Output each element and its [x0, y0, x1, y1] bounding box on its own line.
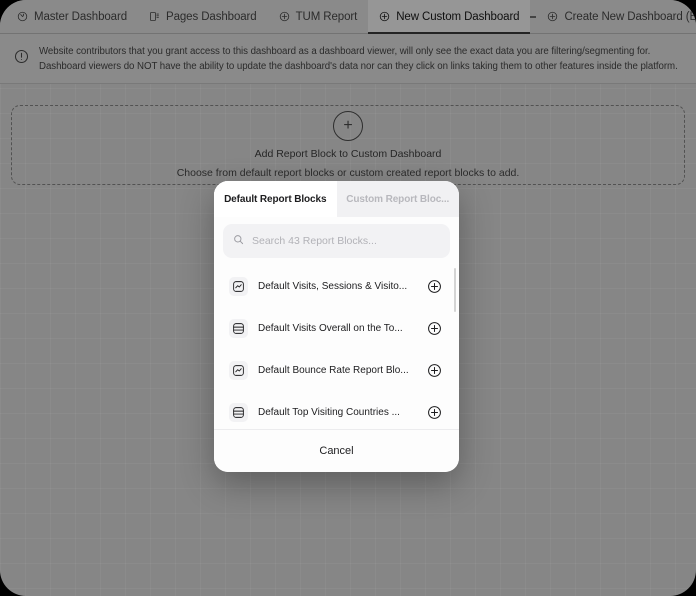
- notice-text: Website contributors that you grant acce…: [39, 44, 678, 74]
- add-block-button[interactable]: [424, 361, 444, 381]
- list-scrollbar[interactable]: [454, 268, 456, 312]
- tab-label: Master Dashboard: [34, 10, 127, 23]
- plus-circle-icon: [279, 11, 290, 22]
- modal-footer: Cancel: [214, 429, 459, 472]
- list-item[interactable]: Default Visits Overall on the To...: [223, 308, 450, 349]
- tab-create-new-dashboard[interactable]: Create New Dashboard (BETA): [536, 0, 696, 33]
- search-input[interactable]: [252, 235, 440, 247]
- plus-circle-icon: [379, 11, 390, 22]
- plus-circle-icon: [547, 11, 558, 22]
- chart-block-icon: [229, 277, 248, 296]
- notice-line-2: Dashboard viewers do NOT have the abilit…: [39, 60, 678, 72]
- table-block-icon: [229, 319, 248, 338]
- add-block-button[interactable]: [424, 277, 444, 297]
- modal-tab-strip: Default Report Blocks Custom Report Bloc…: [214, 181, 459, 217]
- tab-pages-dashboard[interactable]: Pages Dashboard: [138, 0, 268, 33]
- add-report-block-dropzone[interactable]: + Add Report Block to Custom Dashboard C…: [11, 105, 685, 185]
- list-item-label: Default Bounce Rate Report Blo...: [258, 365, 409, 376]
- tab-label: TUM Report: [295, 10, 358, 23]
- chart-block-icon: [229, 361, 248, 380]
- search-icon: [233, 232, 244, 250]
- tab-new-custom-dashboard[interactable]: New Custom Dashboard: [368, 0, 531, 34]
- modal-tab-label: Custom Report Bloc...: [346, 193, 450, 205]
- notice-line-1: Website contributors that you grant acce…: [39, 45, 651, 57]
- info-icon: [14, 49, 29, 69]
- tab-tum-report[interactable]: TUM Report: [268, 0, 369, 33]
- list-item[interactable]: Default Visits, Sessions & Visito...: [223, 266, 450, 307]
- list-item[interactable]: Default Top Visiting Countries ...: [223, 392, 450, 429]
- table-block-icon: [229, 403, 248, 422]
- device-frame: Master Dashboard Pages Dashboard TUM Rep…: [0, 0, 696, 596]
- modal-tab-label: Default Report Blocks: [224, 193, 327, 205]
- add-block-title: Add Report Block to Custom Dashboard: [254, 148, 442, 160]
- tab-default-report-blocks[interactable]: Default Report Blocks: [214, 181, 337, 217]
- list-item-label: Default Visits Overall on the To...: [258, 323, 403, 334]
- tab-label: Create New Dashboard (BETA): [564, 10, 696, 23]
- gauge-icon: [17, 11, 28, 22]
- tab-custom-report-blocks[interactable]: Custom Report Bloc...: [337, 181, 460, 217]
- tab-label: New Custom Dashboard: [396, 10, 520, 23]
- viewer-permissions-notice: Website contributors that you grant acce…: [0, 34, 696, 84]
- list-item-label: Default Top Visiting Countries ...: [258, 407, 400, 418]
- app-surface: Master Dashboard Pages Dashboard TUM Rep…: [0, 0, 696, 596]
- list-item[interactable]: Default Bounce Rate Report Blo...: [223, 350, 450, 391]
- search-row[interactable]: [223, 224, 450, 258]
- cancel-button[interactable]: Cancel: [319, 445, 353, 457]
- report-block-picker-modal: Default Report Blocks Custom Report Bloc…: [214, 181, 459, 472]
- tab-label: Pages Dashboard: [166, 10, 257, 23]
- add-report-block-plus-icon[interactable]: +: [333, 111, 363, 141]
- add-block-button[interactable]: [424, 319, 444, 339]
- list-item-label: Default Visits, Sessions & Visito...: [258, 281, 408, 292]
- add-block-button[interactable]: [424, 403, 444, 423]
- add-block-subtitle: Choose from default report blocks or cus…: [176, 167, 520, 179]
- dashboard-tabbar: Master Dashboard Pages Dashboard TUM Rep…: [0, 0, 696, 34]
- tab-master-dashboard[interactable]: Master Dashboard: [6, 0, 138, 33]
- report-block-list: Default Visits, Sessions & Visito... Def…: [214, 262, 459, 429]
- pages-icon: [149, 11, 160, 22]
